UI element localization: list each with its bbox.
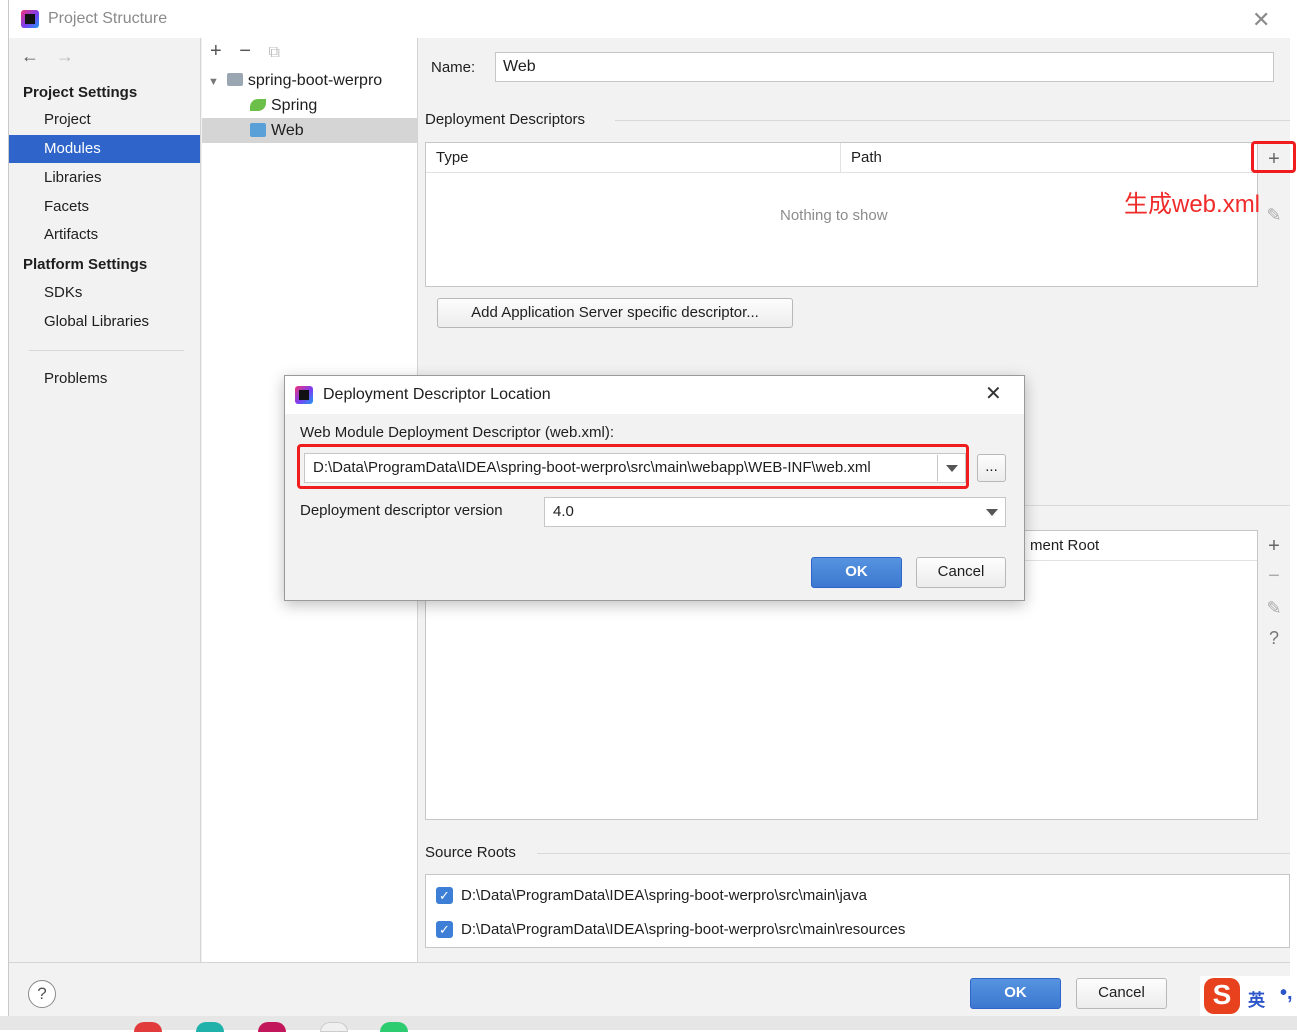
help-icon[interactable]: ? <box>1259 623 1289 653</box>
tree-item-web[interactable]: Web <box>202 118 417 143</box>
window-title: Project Structure <box>48 10 168 27</box>
remove-icon[interactable]: − <box>239 40 251 62</box>
spring-leaf-icon <box>250 99 266 111</box>
resource-table-toolbar: + − ✎ ? <box>1259 531 1289 653</box>
version-label: Deployment descriptor version <box>300 502 503 519</box>
taskbar-app-icon[interactable] <box>134 1022 162 1032</box>
group-divider <box>615 120 1290 121</box>
edit-icon[interactable]: ✎ <box>1259 200 1289 230</box>
sidebar-divider <box>29 350 184 351</box>
tree-toolbar: + − ⧉ <box>210 40 292 63</box>
dialog-close-icon[interactable]: ✕ <box>985 384 1002 404</box>
add-descriptor-highlight <box>1251 141 1296 173</box>
sidebar-item-global-libraries[interactable]: Global Libraries <box>9 308 200 336</box>
source-root-path: D:\Data\ProgramData\IDEA\spring-boot-wer… <box>461 921 906 938</box>
nav-arrows: ← → <box>21 46 86 67</box>
browse-button[interactable]: ... <box>977 454 1006 482</box>
add-icon[interactable]: + <box>1259 531 1289 561</box>
tree-item-spring[interactable]: Spring <box>202 93 417 118</box>
name-input[interactable]: Web <box>495 52 1274 82</box>
name-label: Name: <box>431 59 476 76</box>
close-icon[interactable]: ✕ <box>1252 9 1270 31</box>
ime-language[interactable]: 英 <box>1248 986 1265 1011</box>
sogou-logo-icon: S <box>1204 978 1240 1014</box>
help-icon[interactable]: ? <box>28 980 56 1008</box>
empty-table-text: Nothing to show <box>780 207 888 224</box>
settings-sidebar: ← → Project Settings Project Modules Lib… <box>9 38 201 962</box>
sidebar-item-project[interactable]: Project <box>9 106 200 134</box>
tree-root-row[interactable]: ▼ spring-boot-werpro <box>202 68 417 93</box>
chevron-down-icon[interactable] <box>986 509 998 516</box>
tree-item-label: Spring <box>271 97 318 114</box>
edit-icon[interactable]: ✎ <box>1259 593 1289 623</box>
taskbar-app-icon[interactable] <box>380 1022 408 1032</box>
taskbar-app-icon[interactable] <box>320 1022 348 1032</box>
sidebar-item-artifacts[interactable]: Artifacts <box>9 221 200 249</box>
dialog-ok-button[interactable]: OK <box>811 557 902 588</box>
tree-root-label: spring-boot-werpro <box>247 72 383 89</box>
expand-triangle-icon[interactable]: ▼ <box>208 76 219 88</box>
sidebar-item-sdks[interactable]: SDKs <box>9 279 200 307</box>
annotation-note: 生成web.xml <box>1124 191 1261 218</box>
add-server-descriptor-button[interactable]: Add Application Server specific descript… <box>437 298 793 328</box>
back-arrow-icon[interactable]: ← <box>21 46 39 66</box>
copy-icon[interactable]: ⧉ <box>269 44 280 61</box>
deployment-descriptors-title: Deployment Descriptors <box>425 111 586 128</box>
taskbar-app-icon[interactable] <box>258 1022 286 1032</box>
sidebar-item-libraries[interactable]: Libraries <box>9 164 200 192</box>
column-header-deployment-root[interactable]: ment Root <box>1024 531 1257 561</box>
cancel-button[interactable]: Cancel <box>1076 978 1167 1009</box>
taskbar-app-icon[interactable] <box>196 1022 224 1032</box>
platform-settings-heading: Platform Settings <box>23 256 148 273</box>
title-bar: Project Structure ✕ <box>9 0 1290 38</box>
version-select[interactable]: 4.0 <box>544 497 1006 527</box>
project-settings-heading: Project Settings <box>23 84 138 101</box>
dialog-title-bar: Deployment Descriptor Location ✕ <box>285 376 1024 414</box>
source-root-checkbox[interactable]: ✓ <box>436 887 453 904</box>
intellij-logo-icon <box>295 386 313 404</box>
module-folder-icon <box>226 73 243 86</box>
descriptor-location-label: Web Module Deployment Descriptor (web.xm… <box>300 424 614 441</box>
dialog-cancel-button[interactable]: Cancel <box>916 557 1006 588</box>
sidebar-item-facets[interactable]: Facets <box>9 193 200 221</box>
source-roots-title: Source Roots <box>425 844 516 861</box>
ime-indicator[interactable]: S 英 •, <box>1200 976 1297 1016</box>
sidebar-item-problems[interactable]: Problems <box>9 365 200 393</box>
ime-punctuation[interactable]: •, <box>1280 982 1293 1005</box>
add-icon[interactable]: + <box>210 40 222 62</box>
source-root-path: D:\Data\ProgramData\IDEA\spring-boot-wer… <box>461 887 867 904</box>
group-divider <box>1019 505 1290 506</box>
group-divider <box>537 853 1290 854</box>
sidebar-item-modules[interactable]: Modules <box>9 135 200 163</box>
column-header-type[interactable]: Type <box>426 143 841 173</box>
web-facet-icon <box>250 123 266 137</box>
ok-button[interactable]: OK <box>970 978 1061 1009</box>
tree-item-label: Web <box>271 122 304 139</box>
descriptor-path-highlight <box>297 444 969 489</box>
source-roots-list: ✓ D:\Data\ProgramData\IDEA\spring-boot-w… <box>425 874 1290 948</box>
taskbar-strip <box>0 1016 1297 1032</box>
remove-icon[interactable]: − <box>1259 561 1289 591</box>
dialog-title: Deployment Descriptor Location <box>323 386 551 403</box>
source-root-checkbox[interactable]: ✓ <box>436 921 453 938</box>
forward-arrow-icon[interactable]: → <box>56 46 74 66</box>
deployment-descriptor-location-dialog: Deployment Descriptor Location ✕ Web Mod… <box>284 375 1025 601</box>
intellij-logo-icon <box>21 10 39 28</box>
column-header-path[interactable]: Path <box>841 143 1257 173</box>
